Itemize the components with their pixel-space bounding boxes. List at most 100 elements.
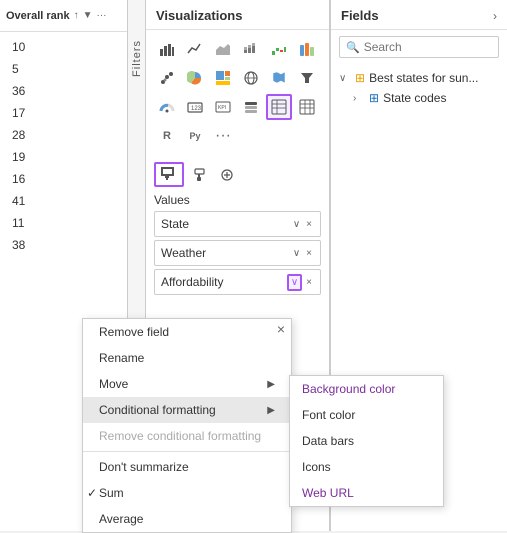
waterfall-icon[interactable] — [266, 36, 292, 62]
visualizations-title: Visualizations — [146, 0, 329, 30]
table-icon-yellow: ⊞ — [355, 71, 365, 85]
viz-icons-row-1 — [154, 36, 321, 62]
icons-label: Icons — [302, 460, 331, 474]
filled-map-icon[interactable] — [266, 65, 292, 91]
submenu-icons[interactable]: Icons — [290, 454, 443, 480]
fields-search-box[interactable]: 🔍 — [339, 36, 499, 58]
submenu: Background color Font color Data bars Ic… — [289, 375, 444, 507]
viz-icons-row-2 — [154, 65, 321, 91]
list-item: 10 — [0, 36, 127, 58]
state-field-row[interactable]: State ∨ × — [154, 211, 321, 237]
state-codes-label: State codes — [383, 91, 446, 105]
context-menu-average[interactable]: Average — [83, 506, 291, 532]
background-color-label: Background color — [302, 382, 395, 396]
ribbon-icon[interactable] — [294, 36, 320, 62]
slicer-icon[interactable] — [238, 94, 264, 120]
list-item: 19 — [0, 146, 127, 168]
context-menu-move[interactable]: Move ▶ — [83, 371, 291, 397]
state-field-name: State — [161, 217, 291, 231]
context-menu-rename[interactable]: Rename — [83, 345, 291, 371]
data-bars-label: Data bars — [302, 434, 354, 448]
tree-item-best-states[interactable]: ∨ ⊞ Best states for sun... — [337, 68, 501, 88]
values-icon[interactable] — [154, 162, 184, 187]
weather-field-name: Weather — [161, 246, 291, 260]
values-label: Values — [154, 193, 190, 207]
move-label: Move — [99, 377, 128, 391]
sum-label: Sum — [99, 486, 124, 500]
state-chevron-btn[interactable]: ∨ — [291, 218, 302, 231]
font-color-label: Font color — [302, 408, 355, 422]
dont-summarize-label: Don't summarize — [99, 460, 189, 474]
more-visuals-icon[interactable]: ··· — [210, 123, 236, 149]
viz-icons-row-3: 123 KPI — [154, 94, 321, 120]
rank-header-text: Overall rank — [6, 10, 70, 22]
context-menu-sum[interactable]: Sum — [83, 480, 291, 506]
fields-search-icon: 🔍 — [346, 41, 360, 54]
best-states-label: Best states for sun... — [369, 71, 478, 85]
affordability-remove-btn[interactable]: × — [304, 276, 314, 289]
python-icon[interactable]: Py — [182, 123, 208, 149]
remove-conditional-label: Remove conditional formatting — [99, 429, 261, 443]
conditional-formatting-label: Conditional formatting — [99, 403, 216, 417]
submenu-web-url[interactable]: Web URL — [290, 480, 443, 506]
list-item: 16 — [0, 168, 127, 190]
fields-header: Fields › — [331, 0, 507, 30]
weather-field-row[interactable]: Weather ∨ × — [154, 240, 321, 266]
paint-roller-icon[interactable] — [190, 164, 212, 186]
svg-text:KPI: KPI — [218, 105, 226, 111]
weather-field-actions: ∨ × — [291, 247, 314, 260]
funnel-icon[interactable] — [294, 65, 320, 91]
list-item: 36 — [0, 80, 127, 102]
expand-icon-2[interactable]: › — [353, 93, 365, 104]
kpi-icon[interactable]: KPI — [210, 94, 236, 120]
card-icon[interactable]: 123 — [182, 94, 208, 120]
values-section: Values State ∨ × Weather ∨ × Affordabili… — [146, 162, 329, 295]
context-menu-conditional-formatting[interactable]: Conditional formatting ▶ — [83, 397, 291, 423]
sort-icon[interactable]: ↑ — [74, 10, 79, 21]
matrix-icon[interactable] — [294, 94, 320, 120]
format-icon[interactable] — [216, 164, 238, 186]
gauge-icon[interactable] — [154, 94, 180, 120]
submenu-background-color[interactable]: Background color — [290, 376, 443, 402]
line-chart-icon[interactable] — [182, 36, 208, 62]
area-chart-icon[interactable] — [210, 36, 236, 62]
list-item: 11 — [0, 212, 127, 234]
list-item: 5 — [0, 58, 127, 80]
weather-remove-btn[interactable]: × — [304, 247, 314, 260]
move-submenu-arrow: ▶ — [267, 379, 275, 390]
r-script-icon[interactable]: R — [154, 123, 180, 149]
stacked-bar-icon[interactable] — [238, 36, 264, 62]
state-field-actions: ∨ × — [291, 218, 314, 231]
weather-chevron-btn[interactable]: ∨ — [291, 247, 302, 260]
affordability-field-row[interactable]: Affordability ∨ × — [154, 269, 321, 295]
fields-collapse-btn[interactable]: › — [493, 9, 497, 23]
tree-item-state-codes[interactable]: › ⊞ State codes — [337, 88, 501, 108]
bar-chart-icon[interactable] — [154, 36, 180, 62]
values-header-row — [154, 162, 321, 187]
svg-text:123: 123 — [191, 106, 202, 112]
affordability-chevron-btn[interactable]: ∨ — [287, 274, 302, 291]
fields-search-input[interactable] — [364, 40, 492, 54]
rank-header: Overall rank ↑ ▼ ··· — [0, 0, 127, 32]
pie-icon[interactable] — [182, 65, 208, 91]
list-item: 38 — [0, 234, 127, 256]
scatter-icon[interactable] — [154, 65, 180, 91]
more-icon[interactable]: ··· — [97, 10, 107, 21]
context-menu: × Remove field Rename Move ▶ Conditional… — [82, 318, 292, 533]
map-icon[interactable] — [238, 65, 264, 91]
state-remove-btn[interactable]: × — [304, 218, 314, 231]
context-menu-remove-conditional: Remove conditional formatting — [83, 423, 291, 449]
fields-tree: ∨ ⊞ Best states for sun... › ⊞ State cod… — [331, 64, 507, 112]
table-viz-icon[interactable] — [266, 94, 292, 120]
submenu-font-color[interactable]: Font color — [290, 402, 443, 428]
context-menu-remove-field[interactable]: Remove field — [83, 319, 291, 345]
list-item: 41 — [0, 190, 127, 212]
expand-icon[interactable]: ∨ — [339, 73, 351, 84]
treemap-icon[interactable] — [210, 65, 236, 91]
web-url-label: Web URL — [302, 486, 354, 500]
submenu-data-bars[interactable]: Data bars — [290, 428, 443, 454]
context-menu-dont-summarize[interactable]: Don't summarize — [83, 454, 291, 480]
filter-icon[interactable]: ▼ — [83, 10, 93, 21]
affordability-field-name: Affordability — [161, 275, 287, 289]
context-menu-divider-1 — [83, 451, 291, 452]
